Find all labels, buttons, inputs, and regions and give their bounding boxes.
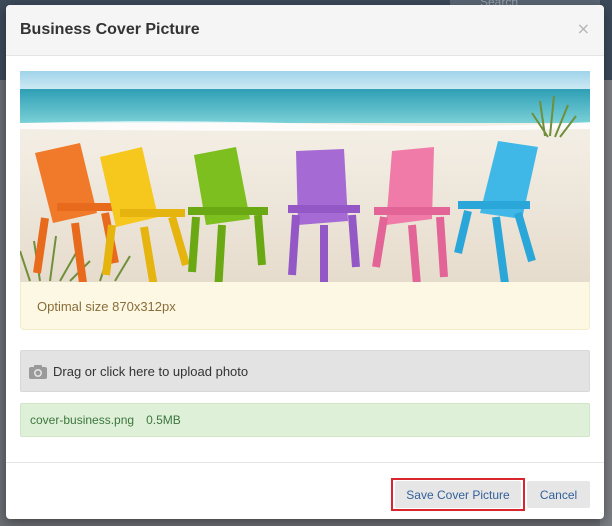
cover-image-preview: [20, 71, 590, 282]
optimal-size-hint: Optimal size 870x312px: [20, 282, 590, 330]
modal-footer: Save Cover Picture Cancel: [6, 462, 604, 519]
beach-chairs-photo: [20, 71, 590, 282]
upload-dropzone[interactable]: Drag or click here to upload photo: [20, 350, 590, 392]
cancel-button[interactable]: Cancel: [527, 481, 590, 508]
modal-title: Business Cover Picture: [20, 21, 200, 38]
file-size: 0.5MB: [146, 413, 181, 427]
file-name: cover-business.png: [30, 413, 135, 427]
modal-header: Business Cover Picture ×: [6, 5, 604, 56]
save-cover-picture-button[interactable]: Save Cover Picture: [395, 481, 521, 508]
camera-icon: [29, 365, 47, 379]
cover-picture-modal: Business Cover Picture × Optimal size 87…: [6, 5, 604, 519]
close-button[interactable]: ×: [577, 21, 590, 37]
uploaded-file-item: cover-business.png 0.5MB: [20, 403, 590, 437]
dropzone-label: Drag or click here to upload photo: [53, 364, 249, 379]
